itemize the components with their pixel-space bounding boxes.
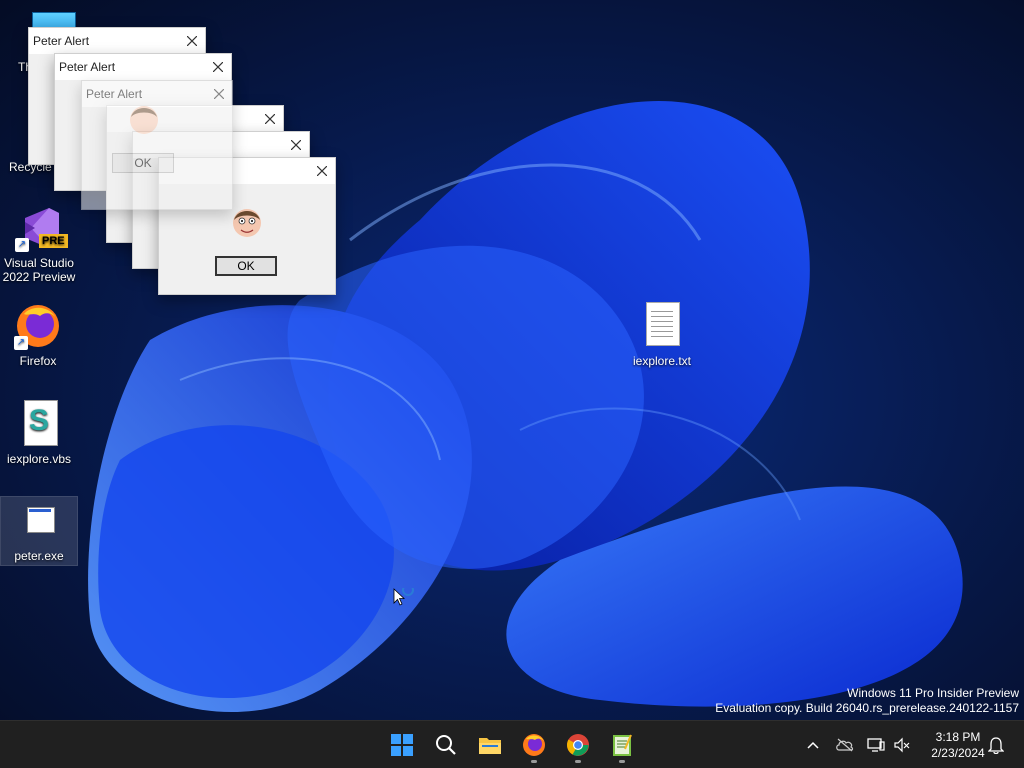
busy-cursor-icon <box>393 584 417 617</box>
script-file-icon: S <box>15 400 63 448</box>
search-button[interactable] <box>426 725 466 765</box>
alert-titlebar[interactable]: Peter Alert <box>29 28 205 54</box>
desktop-icon-label: Visual Studio 2022 Preview <box>2 256 76 284</box>
file-explorer-icon <box>479 738 501 754</box>
desktop-icon-firefox[interactable]: ↗ Firefox <box>0 302 76 368</box>
notepad-taskbar-button[interactable] <box>602 725 642 765</box>
ok-button[interactable]: OK <box>112 153 174 173</box>
watermark-build: Evaluation copy. Build 26040.rs_prerelea… <box>715 701 1019 715</box>
text-file-icon <box>638 302 686 350</box>
desktop-icon-peter-exe[interactable]: peter.exe <box>0 496 78 566</box>
volume-muted-icon[interactable] <box>892 735 912 755</box>
running-indicator <box>531 760 537 763</box>
desktop-icon-label: iexplore.vbs <box>6 452 72 466</box>
close-icon[interactable] <box>257 106 283 132</box>
windows-watermark: Windows 11 Pro Insider Preview Evaluatio… <box>715 686 1019 716</box>
network-icon[interactable] <box>866 735 886 755</box>
executable-icon <box>15 497 63 545</box>
alert-titlebar[interactable]: Peter Alert <box>55 54 231 80</box>
visual-studio-icon: PRE ↗ <box>15 204 68 252</box>
running-indicator <box>619 760 625 763</box>
running-indicator <box>575 760 581 763</box>
ok-button[interactable]: OK <box>215 256 277 276</box>
taskbar: 3:18 PM 2/23/2024 <box>0 720 1024 768</box>
show-hidden-icons-chevron-icon[interactable] <box>803 735 823 755</box>
file-explorer-button[interactable] <box>470 725 510 765</box>
peter-face-icon <box>128 103 160 135</box>
desktop-icon-iexplore-txt[interactable]: iexplore.txt <box>624 302 700 368</box>
desktop-icon-label: Firefox <box>19 354 57 368</box>
firefox-icon: ↗ <box>14 302 62 350</box>
desktop-icon-visual-studio[interactable]: PRE ↗ Visual Studio 2022 Preview <box>1 204 77 284</box>
alert-title: Peter Alert <box>86 87 143 101</box>
watermark-edition: Windows 11 Pro Insider Preview <box>847 686 1019 700</box>
desktop-icon-iexplore-vbs[interactable]: S iexplore.vbs <box>1 400 77 466</box>
search-icon <box>436 735 456 755</box>
close-icon[interactable] <box>205 54 231 80</box>
firefox-icon <box>523 734 545 756</box>
close-icon[interactable] <box>206 81 232 107</box>
close-icon[interactable] <box>179 28 205 54</box>
desktop-icon-label: peter.exe <box>14 549 64 563</box>
peter-alert-window[interactable]: Peter Alert OK <box>81 80 233 210</box>
close-icon[interactable] <box>309 158 335 184</box>
notification-bell-icon[interactable] <box>986 735 1006 755</box>
desktop-icon-label: iexplore.txt <box>632 354 692 368</box>
notepad-icon <box>613 734 632 756</box>
start-icon <box>391 734 413 756</box>
alert-title: Peter Alert <box>33 34 90 48</box>
peter-face-icon <box>231 206 263 238</box>
chrome-taskbar-button[interactable] <box>558 725 598 765</box>
start-button[interactable] <box>382 725 422 765</box>
shortcut-arrow-icon: ↗ <box>14 336 28 350</box>
onedrive-offline-icon[interactable] <box>835 735 855 755</box>
chrome-icon <box>567 734 589 756</box>
firefox-taskbar-button[interactable] <box>514 725 554 765</box>
preview-badge: PRE <box>39 234 68 248</box>
shortcut-arrow-icon: ↗ <box>15 238 29 252</box>
close-icon[interactable] <box>283 132 309 158</box>
alert-title: Peter Alert <box>59 60 116 74</box>
